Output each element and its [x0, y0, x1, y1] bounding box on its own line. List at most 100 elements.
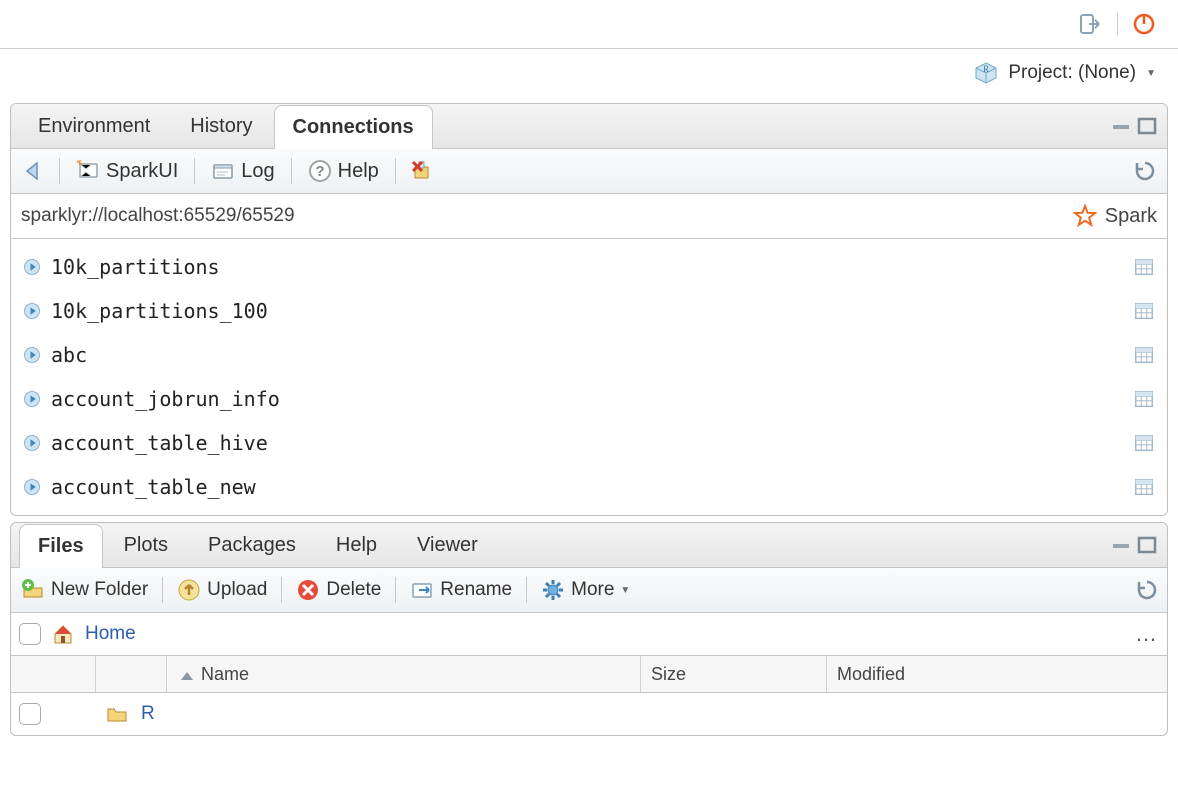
tab-viewer[interactable]: Viewer [398, 523, 497, 567]
spark-star-icon [1073, 204, 1097, 228]
col-size[interactable]: Size [641, 656, 827, 692]
table-row[interactable]: account_table_hive [11, 421, 1167, 465]
help-label: Help [338, 160, 379, 183]
disconnect-icon[interactable] [410, 159, 434, 183]
file-row[interactable]: R [11, 693, 1167, 735]
chevron-down-icon: ▼ [620, 585, 630, 596]
tab-connections[interactable]: Connections [274, 105, 433, 149]
files-breadcrumb: Home … [11, 613, 1167, 656]
log-label: Log [241, 160, 274, 183]
sort-icon [177, 666, 193, 682]
col-modified[interactable]: Modified [827, 656, 1167, 692]
project-label[interactable]: Project: (None) [1008, 62, 1136, 84]
table-name: abc [51, 343, 87, 367]
expand-icon[interactable] [23, 434, 41, 452]
refresh-icon[interactable] [1135, 578, 1159, 602]
row-checkbox[interactable] [19, 703, 41, 725]
preview-table-icon[interactable] [1133, 256, 1155, 278]
separator [1117, 13, 1118, 35]
preview-table-icon[interactable] [1133, 432, 1155, 454]
expand-icon[interactable] [23, 258, 41, 276]
delete-label: Delete [326, 579, 381, 601]
new-folder-button[interactable]: New Folder [19, 578, 150, 602]
table-name: 10k_partitions [51, 255, 220, 279]
delete-icon [296, 578, 320, 602]
separator [162, 577, 163, 603]
back-icon[interactable] [21, 159, 45, 183]
sparkui-icon [76, 159, 100, 183]
sparkui-label: SparkUI [106, 160, 178, 183]
gear-icon [541, 578, 565, 602]
preview-table-icon[interactable] [1133, 300, 1155, 322]
rename-button[interactable]: Rename [408, 578, 514, 602]
help-button[interactable]: Help [306, 159, 381, 183]
tab-files[interactable]: Files [19, 524, 103, 568]
table-row[interactable]: abc [11, 333, 1167, 377]
preview-table-icon[interactable] [1133, 344, 1155, 366]
rename-icon [410, 578, 434, 602]
expand-icon[interactable] [23, 478, 41, 496]
separator [395, 577, 396, 603]
log-button[interactable]: Log [209, 159, 276, 183]
col-size-label: Size [651, 664, 686, 685]
preview-table-icon[interactable] [1133, 388, 1155, 410]
new-folder-icon [21, 578, 45, 602]
more-label: More [571, 579, 614, 601]
col-checkbox [11, 656, 96, 692]
col-name[interactable]: Name [167, 656, 641, 692]
col-name-label: Name [201, 664, 249, 685]
col-icon [96, 656, 167, 692]
expand-icon[interactable] [23, 390, 41, 408]
help-icon [308, 159, 332, 183]
separator [194, 158, 195, 184]
home-icon[interactable] [51, 622, 75, 646]
top-toolbar [0, 0, 1178, 49]
table-row[interactable]: 10k_partitions_100 [11, 289, 1167, 333]
separator [291, 158, 292, 184]
table-row[interactable]: account_jobrun_info [11, 377, 1167, 421]
tab-plots[interactable]: Plots [105, 523, 187, 567]
new-folder-label: New Folder [51, 579, 148, 601]
table-name: account_jobrun_info [51, 387, 280, 411]
table-name: account_table_new [51, 475, 256, 499]
chevron-down-icon[interactable]: ▼ [1146, 68, 1156, 79]
files-tabs: Files Plots Packages Help Viewer [11, 523, 1167, 568]
separator [526, 577, 527, 603]
logout-icon[interactable] [1079, 12, 1103, 36]
select-all-checkbox[interactable] [19, 623, 41, 645]
table-list: 10k_partitions 10k_partitions_100abc accou… [11, 239, 1167, 515]
more-icon[interactable]: … [1135, 621, 1159, 647]
table-row[interactable]: account_table_new [11, 465, 1167, 509]
rename-label: Rename [440, 579, 512, 601]
file-name[interactable]: R [141, 703, 155, 725]
maximize-icon[interactable] [1137, 536, 1157, 554]
preview-table-icon[interactable] [1133, 476, 1155, 498]
table-row[interactable]: 10k_partitions [11, 245, 1167, 289]
col-modified-label: Modified [837, 664, 905, 685]
upload-button[interactable]: Upload [175, 578, 269, 602]
folder-icon [105, 702, 129, 726]
separator [281, 577, 282, 603]
breadcrumb-home[interactable]: Home [85, 623, 136, 645]
file-rows: R [11, 693, 1167, 735]
expand-icon[interactable] [23, 302, 41, 320]
rstudio-cube-icon [974, 61, 998, 85]
power-icon[interactable] [1132, 12, 1156, 36]
more-button[interactable]: More ▼ [539, 578, 632, 602]
minimize-icon[interactable] [1111, 536, 1131, 554]
tab-packages[interactable]: Packages [189, 523, 315, 567]
log-icon [211, 159, 235, 183]
maximize-icon[interactable] [1137, 117, 1157, 135]
refresh-icon[interactable] [1133, 159, 1157, 183]
expand-icon[interactable] [23, 346, 41, 364]
sparkui-button[interactable]: SparkUI [74, 159, 180, 183]
connections-pane: Environment History Connections SparkUI … [10, 103, 1168, 516]
connections-tabs: Environment History Connections [11, 104, 1167, 149]
minimize-icon[interactable] [1111, 117, 1131, 135]
tab-history[interactable]: History [171, 104, 271, 148]
tab-environment[interactable]: Environment [19, 104, 169, 148]
delete-button[interactable]: Delete [294, 578, 383, 602]
table-name: 10k_partitions_100 [51, 299, 268, 323]
tab-help[interactable]: Help [317, 523, 396, 567]
upload-icon [177, 578, 201, 602]
